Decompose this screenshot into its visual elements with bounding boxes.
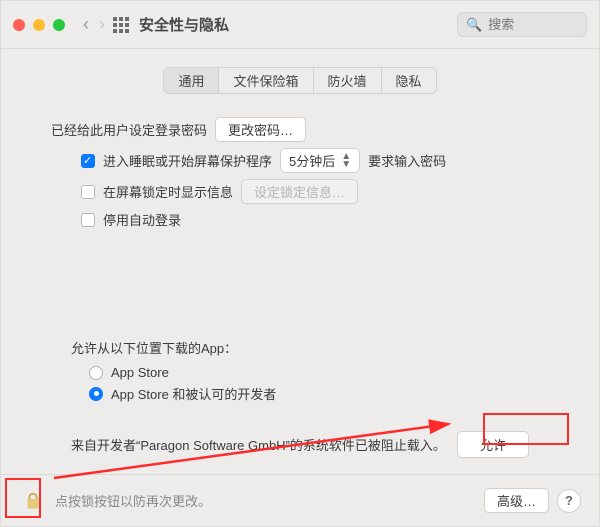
allow-downloads-heading: 允许从以下位置下载的App： — [71, 338, 529, 357]
disable-autologin-checkbox[interactable] — [81, 213, 95, 227]
page-title: 安全性与隐私 — [139, 14, 229, 35]
show-message-checkbox[interactable] — [81, 185, 95, 199]
blocked-software-text: 来自开发者“Paragon Software GmbH”的系统软件已被阻止载入。 — [71, 435, 446, 454]
chevron-updown-icon: ▲▼ — [341, 153, 351, 169]
tab-2[interactable]: 防火墙 — [314, 68, 382, 93]
allow-button[interactable]: 允许 — [457, 431, 529, 458]
help-button[interactable]: ? — [557, 489, 581, 513]
change-password-button[interactable]: 更改密码… — [215, 117, 306, 142]
disable-autologin-label: 停用自动登录 — [103, 210, 181, 229]
close-icon[interactable] — [13, 19, 25, 31]
show-all-icon[interactable] — [113, 17, 129, 33]
require-password-delay-select[interactable]: 5分钟后 ▲▼ — [280, 148, 360, 173]
tab-1[interactable]: 文件保险箱 — [219, 68, 313, 93]
require-password-label-before: 进入睡眠或开始屏幕保护程序 — [103, 151, 272, 170]
show-message-label: 在屏幕锁定时显示信息 — [103, 182, 233, 201]
search-icon: 🔍 — [466, 17, 482, 33]
tab-bar: 通用文件保险箱防火墙隐私 — [163, 67, 436, 94]
search-input[interactable] — [486, 16, 578, 33]
password-set-label: 已经给此用户设定登录密码 — [51, 120, 207, 139]
zoom-icon[interactable] — [53, 19, 65, 31]
back-button[interactable]: ‹ — [81, 14, 91, 35]
lock-icon[interactable] — [19, 487, 47, 515]
set-lock-message-button: 设定锁定信息… — [241, 179, 358, 204]
download-source-label-0: App Store — [111, 365, 169, 380]
require-password-label-after: 要求输入密码 — [368, 151, 446, 170]
tab-3[interactable]: 隐私 — [382, 68, 436, 93]
download-source-radio-0[interactable] — [89, 366, 103, 380]
download-source-radio-1[interactable] — [89, 387, 103, 401]
search-field[interactable]: 🔍 — [457, 12, 587, 37]
download-source-label-1: App Store 和被认可的开发者 — [111, 384, 276, 403]
advanced-button[interactable]: 高级… — [484, 488, 549, 513]
forward-button[interactable]: › — [97, 14, 107, 35]
traffic-lights[interactable] — [13, 19, 65, 31]
tab-0[interactable]: 通用 — [164, 68, 219, 93]
footer-lock-text: 点按锁按钮以防再次更改。 — [55, 491, 211, 510]
require-password-checkbox[interactable] — [81, 154, 95, 168]
minimize-icon[interactable] — [33, 19, 45, 31]
